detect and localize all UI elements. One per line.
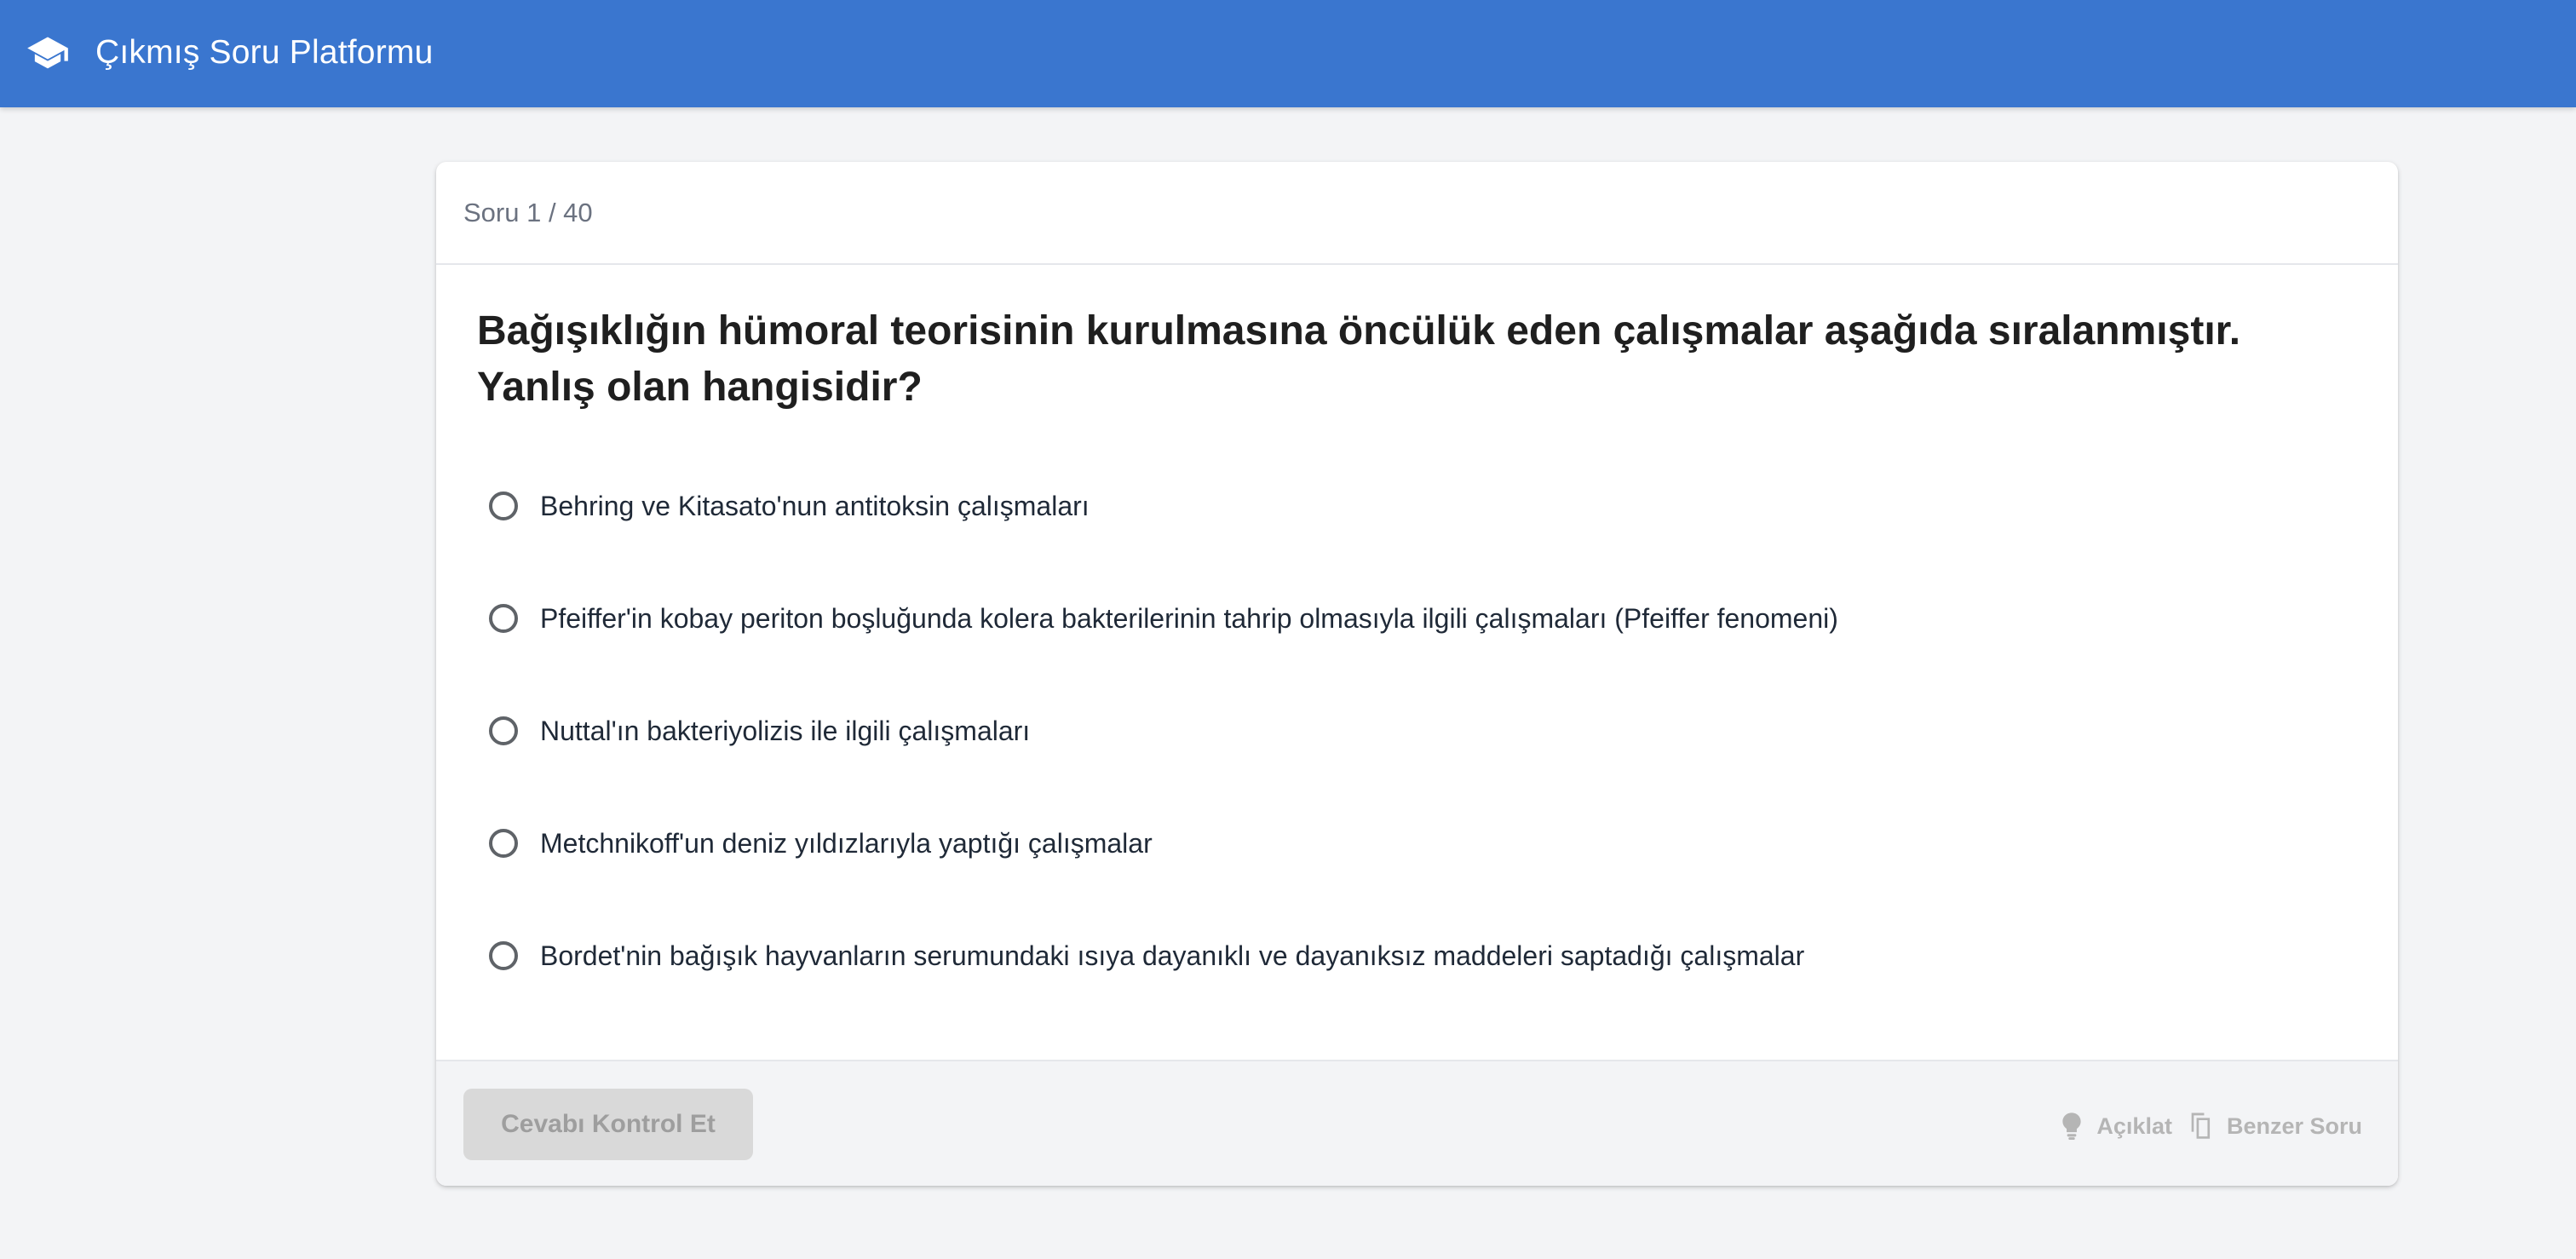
answer-option[interactable]: Nuttal'ın bakteriyolizis ile ilgili çalı… — [489, 705, 1030, 756]
answer-option-label: Pfeiffer'in kobay periton boşluğunda kol… — [540, 603, 1838, 634]
radio-button[interactable] — [489, 941, 518, 970]
question-counter: Soru 1 / 40 — [463, 198, 593, 227]
radio-button[interactable] — [489, 492, 518, 520]
answer-option[interactable]: Behring ve Kitasato'nun antitoksin çalış… — [489, 480, 1090, 532]
footer-actions: Açıklat Benzer Soru — [2061, 1109, 2362, 1143]
answer-option-label: Nuttal'ın bakteriyolizis ile ilgili çalı… — [540, 716, 1031, 746]
similar-question-label: Benzer Soru — [2226, 1112, 2362, 1139]
answer-option[interactable]: Pfeiffer'in kobay periton boşluğunda kol… — [489, 593, 1838, 644]
answer-option[interactable]: Metchnikoff'un deniz yıldızlarıyla yaptı… — [489, 818, 1153, 869]
app-header: Çıkmış Soru Platformu — [0, 0, 2576, 107]
radio-button[interactable] — [489, 716, 518, 745]
answer-option-label: Bordet'nin bağışık hayvanların serumunda… — [540, 940, 1805, 971]
question-text: Bağışıklığın hümoral teorisinin kurulmas… — [477, 308, 2241, 410]
question-card-footer: Cevabı Kontrol Et Açıklat Benzer Soru — [436, 1060, 2398, 1186]
similar-question-button[interactable]: Benzer Soru — [2188, 1112, 2362, 1141]
radio-button[interactable] — [489, 604, 518, 633]
answer-option[interactable]: Bordet'nin bağışık hayvanların serumunda… — [489, 930, 1804, 981]
check-answer-button[interactable]: Cevabı Kontrol Et — [463, 1089, 753, 1160]
question-card: Soru 1 / 40 Bağışıklığın hümoral teorisi… — [436, 162, 2398, 1186]
graduation-cap-icon — [26, 34, 70, 73]
answer-option-label: Metchnikoff'un deniz yıldızlarıyla yaptı… — [540, 828, 1153, 859]
lightbulb-icon — [2061, 1112, 2083, 1141]
explain-label: Açıklat — [2096, 1112, 2172, 1139]
question-card-header: Soru 1 / 40 — [436, 162, 2398, 265]
radio-button[interactable] — [489, 829, 518, 858]
app-title: Çıkmış Soru Platformu — [95, 34, 434, 71]
explain-button[interactable]: Açıklat — [2061, 1112, 2172, 1141]
copy-icon — [2188, 1112, 2213, 1141]
answer-option-label: Behring ve Kitasato'nun antitoksin çalış… — [540, 491, 1090, 521]
